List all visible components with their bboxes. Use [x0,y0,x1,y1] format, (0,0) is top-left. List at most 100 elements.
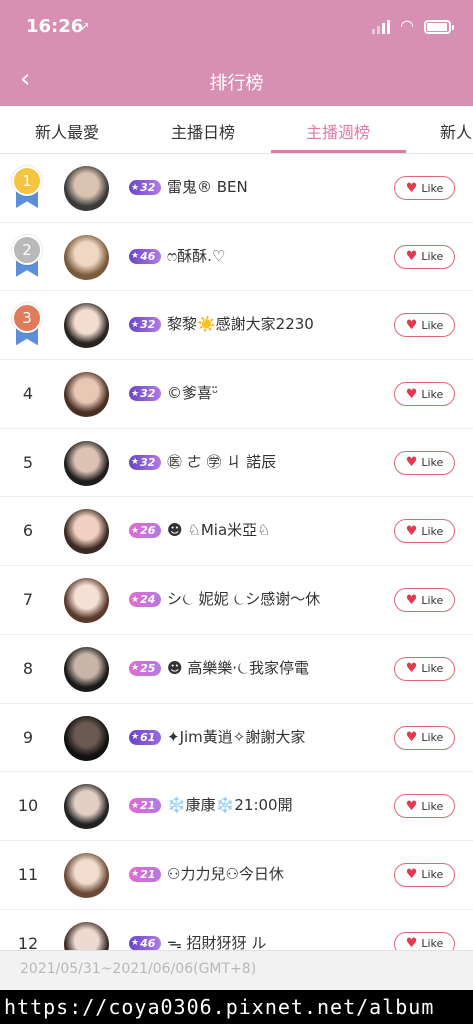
tab-newcomer-favorite[interactable]: 新人最愛 [35,119,99,143]
heart-icon: ♥ [405,317,418,333]
level-badge: ★ 32 [129,317,161,333]
like-label: Like [421,181,444,195]
like-button[interactable]: ♥ Like [394,519,455,544]
rank-number: 2 [12,234,42,265]
status-time: 16:26 [26,16,84,37]
ranking-row[interactable]: 11 ★ 21 ⚇力力兒⚇今日休 ♥ Like [0,841,473,910]
ranking-row[interactable]: 1 ★ 32 雷鬼® BEN ♥ Like [0,154,473,223]
avatar[interactable] [64,509,109,555]
nav-bar: ‹ 排行榜 [0,56,473,106]
level-badge: ★ 46 [129,248,161,264]
level-value: 24 [140,593,156,607]
avatar[interactable] [64,234,109,280]
rank-number: 9 [22,727,34,747]
tab-bar: 新人最愛 主播日榜 主播週榜 新人 [0,106,473,154]
rank-number: 12 [17,933,39,950]
like-button[interactable]: ♥ Like [394,656,455,681]
heart-icon: ♥ [405,180,418,196]
avatar[interactable] [64,578,109,624]
ranking-list[interactable]: 1 ★ 32 雷鬼® BEN ♥ Like 2 ★ 46 ෆ酥酥.♡ ♥ Like 3 ★ 32 黎黎☀️感謝… [0,154,473,950]
heart-icon: ♥ [405,592,418,608]
star-icon: ★ [131,938,140,949]
rank-number: 6 [22,521,34,541]
avatar[interactable] [64,852,109,898]
cellular-signal-icon [372,20,390,34]
like-label: Like [421,524,444,538]
level-badge: ★ 25 [129,660,161,676]
rank-number: 8 [22,658,34,678]
like-button[interactable]: ♥ Like [394,862,455,887]
star-icon: ★ [131,251,140,262]
level-value: 21 [140,867,156,881]
avatar[interactable] [64,440,109,486]
like-button[interactable]: ♥ Like [394,313,455,338]
like-label: Like [421,937,444,950]
level-badge: ★ 61 [129,729,161,745]
avatar[interactable] [64,303,109,349]
avatar[interactable] [64,921,109,950]
ranking-row[interactable]: 3 ★ 32 黎黎☀️感謝大家2230 ♥ Like [0,291,473,361]
avatar[interactable] [64,784,109,830]
like-button[interactable]: ♥ Like [394,382,455,407]
star-icon: ★ [131,732,140,742]
level-value: 32 [140,181,156,194]
level-value: 21 [140,799,156,813]
streamer-name: ෆ酥酥.♡ [167,246,226,265]
streamer-name: 雷鬼® BEN [167,178,248,196]
avatar[interactable] [64,646,109,692]
level-value: 26 [140,524,156,538]
like-label: Like [421,387,444,401]
like-label: Like [421,593,444,607]
gold-medal-icon: 1 [12,166,42,210]
heart-icon: ♥ [405,730,418,745]
heart-icon: ♥ [405,386,418,402]
level-badge: ★ 21 [129,798,161,814]
rank-number: 5 [22,452,34,472]
like-button[interactable]: ♥ Like [394,244,455,269]
heart-icon: ♥ [405,523,418,539]
avatar[interactable] [64,715,109,761]
footer-bar: 2021/05/31~2021/06/06(GMT+8) [0,950,473,990]
level-badge: ★ 21 [129,866,161,882]
status-bar: 16:26 ➚ ◠ [0,0,473,56]
avatar[interactable] [64,166,109,211]
avatar[interactable] [64,372,109,418]
level-value: 25 [140,661,156,675]
ranking-row[interactable]: 2 ★ 46 ෆ酥酥.♡ ♥ Like [0,223,473,292]
heart-icon: ♥ [405,867,418,883]
star-icon: ★ [131,319,140,330]
ranking-row[interactable]: 8 ★ 25 ☻ 高樂樂·⏾我家停電 ♥ Like [0,635,473,704]
heart-icon: ♥ [405,936,418,950]
ranking-row[interactable]: 4 ★ 32 ©爹喜ᵕ̈ ♥ Like [0,360,473,429]
streamer-name: ☻ ♘Mia米亞♘ [167,521,271,540]
like-button[interactable]: ♥ Like [394,450,455,475]
battery-icon [424,20,454,34]
ranking-row[interactable]: 9 ★ 61 ✦Jim黃逍✧謝謝大家 ♥ Like [0,704,473,773]
watermark-url: https://coya0306.pixnet.net/album [0,990,473,1024]
like-button[interactable]: ♥ Like [394,176,455,200]
like-label: Like [421,799,444,813]
ranking-row[interactable]: 10 ★ 21 ❄️康康❄️21:00開 ♥ Like [0,772,473,841]
ranking-row[interactable]: 7 ★ 24 シ⏾ 妮妮 ⏾シ感谢～休 ♥ Like [0,566,473,635]
tab-host-daily[interactable]: 主播日榜 [171,119,235,143]
like-label: Like [421,731,444,744]
like-button[interactable]: ♥ Like [394,588,455,613]
active-tab-indicator [271,150,406,153]
date-range: 2021/05/31~2021/06/06(GMT+8) [20,961,257,977]
tab-host-weekly[interactable]: 主播週榜 [306,119,370,143]
like-label: Like [421,250,444,264]
like-button[interactable]: ♥ Like [394,794,455,819]
level-value: 61 [140,730,156,744]
rank-number: 4 [22,384,34,404]
tab-newcomer[interactable]: 新人 [440,119,472,143]
like-label: Like [421,318,444,332]
like-button[interactable]: ♥ Like [394,725,455,750]
level-value: 46 [140,249,156,263]
like-button[interactable]: ♥ Like [394,931,455,950]
rank-number: 11 [17,864,39,884]
ranking-row[interactable]: 12 ★ 46 ᯓ 招財犽犽 ル ♥ Like [0,910,473,950]
ranking-row[interactable]: 5 ★ 32 ㊩ ㄜ ㊫ ㄐ 諾辰 ♥ Like [0,429,473,498]
ranking-row[interactable]: 6 ★ 26 ☻ ♘Mia米亞♘ ♥ Like [0,497,473,567]
level-value: 46 [140,936,156,950]
streamer-name: ㊩ ㄜ ㊫ ㄐ 諾辰 [167,452,277,471]
